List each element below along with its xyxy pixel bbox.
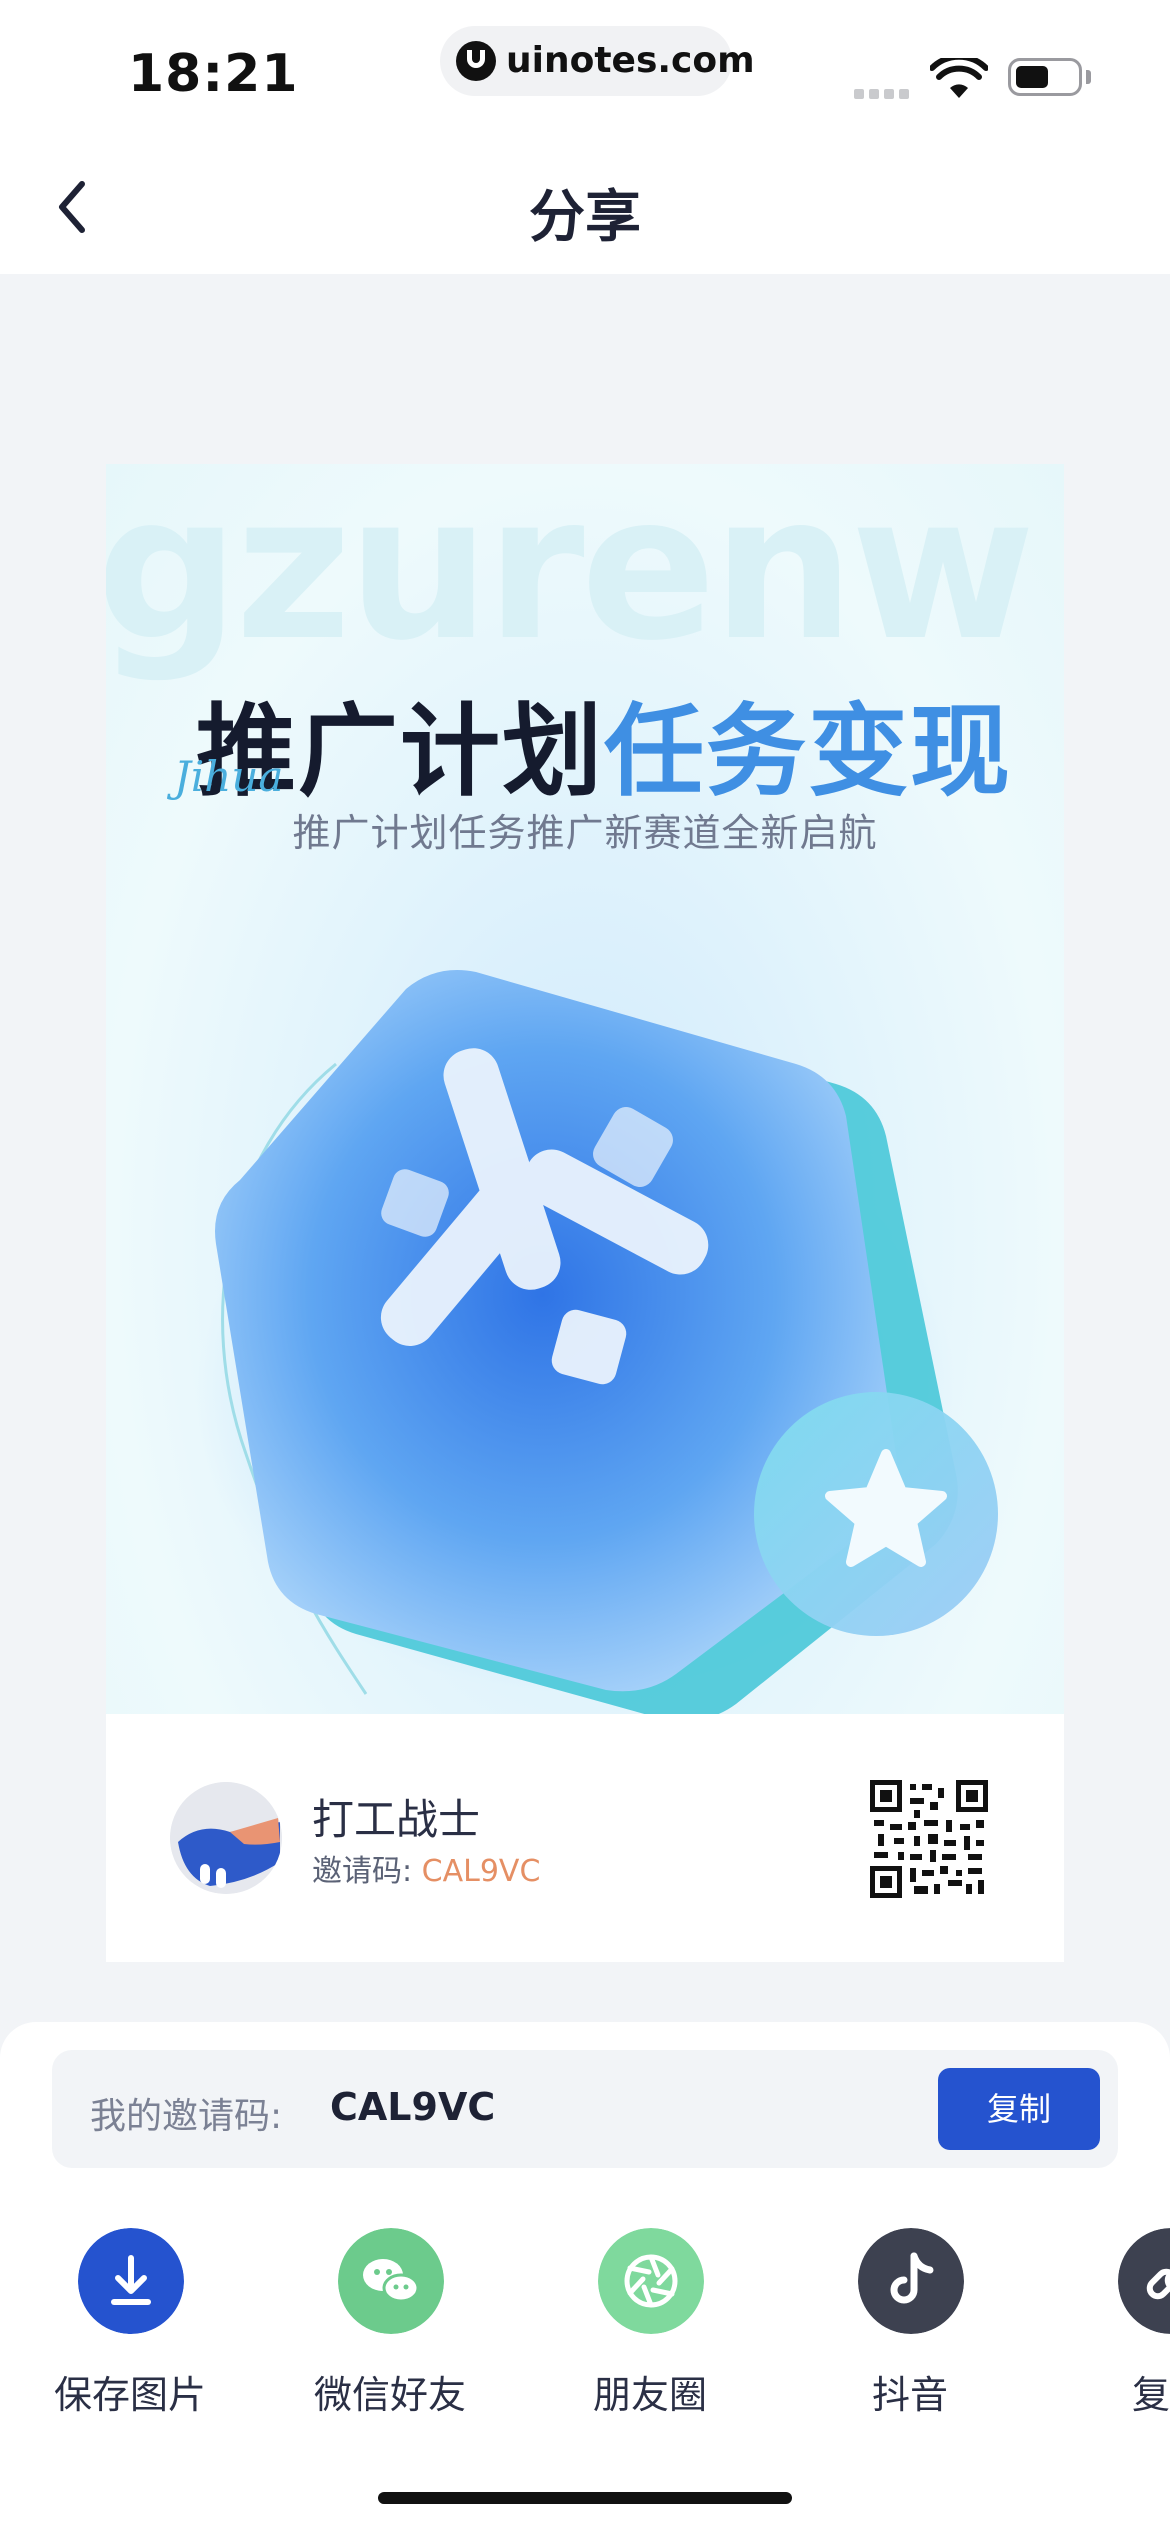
status-bar: 18:21 uinotes.com (0, 0, 1170, 140)
avatar (170, 1782, 282, 1894)
site-logo-icon (456, 41, 496, 81)
invite-code-bar: 我的邀请码: CAL9VC 复制 (52, 2050, 1118, 2168)
poster-watermark: gzurenw (106, 464, 1035, 685)
url-text: uinotes.com (506, 40, 755, 81)
wechat-icon (338, 2228, 444, 2334)
card-invite-label: 邀请码: (312, 1854, 413, 1889)
headline-blue: 任务变现 (604, 693, 1012, 810)
share-sheet: 我的邀请码: CAL9VC 复制 保存图片 微信好友 朋友圈 抖音 复 (0, 2022, 1170, 2532)
card-invite-line: 邀请码: CAL9VC (312, 1846, 540, 1890)
share-label: 抖音 (871, 2373, 948, 2417)
share-save-image[interactable]: 保存图片 (30, 2228, 230, 2417)
card-invite-code: CAL9VC (421, 1854, 541, 1889)
douyin-icon (858, 2228, 964, 2334)
share-wechat-friend[interactable]: 微信好友 (290, 2228, 490, 2417)
qr-code-icon (870, 1780, 988, 1898)
user-name: 打工战士 (312, 1795, 481, 1844)
poster-illustration (196, 970, 998, 1714)
poster-script-text: Jihua (174, 752, 284, 801)
poster-headline: 推广计划任务变现 (196, 670, 1012, 815)
home-indicator[interactable] (378, 2492, 792, 2504)
share-label: 朋友圈 (592, 2373, 707, 2417)
cellular-signal-icon (854, 84, 914, 103)
copy-code-button[interactable]: 复制 (938, 2068, 1100, 2150)
invite-code-value: CAL9VC (330, 2085, 496, 2129)
share-label: 微信好友 (313, 2373, 466, 2417)
moments-icon (598, 2228, 704, 2334)
battery-tip (1086, 70, 1091, 84)
link-icon (1118, 2228, 1170, 2334)
poster-subtitle: 推广计划任务推广新赛道全新启航 (292, 811, 878, 855)
share-label: 复制 (1131, 2373, 1170, 2417)
nav-bar: 分享 (0, 140, 1170, 274)
invite-code-label: 我的邀请码: (90, 2096, 283, 2137)
status-time: 18:21 (128, 44, 299, 104)
page-title: 分享 (529, 185, 641, 250)
share-poster: gzurenw 推广计划任务变现 Jihua 推广计划任务推广新赛道全新启航 (106, 464, 1064, 1714)
poster-user-card: 打工战士 邀请码: CAL9VC (106, 1714, 1064, 1962)
share-label: 保存图片 (53, 2373, 206, 2417)
download-icon (78, 2228, 184, 2334)
url-pill[interactable]: uinotes.com (440, 26, 755, 96)
share-moments[interactable]: 朋友圈 (550, 2228, 750, 2417)
battery-icon (1008, 58, 1082, 96)
wifi-icon (930, 58, 988, 98)
share-copy-link[interactable]: 复制 (1070, 2228, 1170, 2417)
share-douyin[interactable]: 抖音 (810, 2228, 1010, 2417)
